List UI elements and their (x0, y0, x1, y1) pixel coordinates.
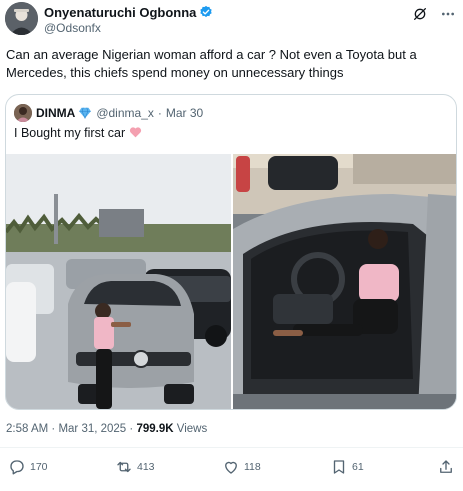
heart-emoji-icon (129, 127, 141, 138)
quote-header: DINMA @dinma_x · Mar 30 (14, 104, 203, 122)
header-actions (412, 6, 456, 22)
post-date[interactable]: Mar 31, 2025 (58, 423, 126, 435)
quote-separator: · (157, 106, 162, 120)
share-button[interactable] (437, 458, 455, 476)
reply-button[interactable]: 170 (8, 458, 48, 476)
author-name-text[interactable]: Onyenaturuchi Ogbonna (44, 5, 196, 20)
action-bar: 170 413 118 61 (0, 458, 463, 482)
reply-icon (10, 460, 24, 475)
reply-count: 170 (30, 461, 48, 473)
quote-text: I Bought my first car (14, 126, 142, 140)
views-label: Views (176, 423, 208, 435)
gem-icon (79, 107, 92, 120)
share-icon (440, 460, 452, 473)
like-count: 118 (244, 461, 261, 473)
car-photo-left[interactable] (6, 154, 231, 409)
quote-avatar (14, 104, 32, 122)
author-handle[interactable]: @Odsonfx (44, 21, 101, 35)
quoted-post[interactable]: DINMA @dinma_x · Mar 30 I Bought my firs… (5, 94, 457, 410)
quote-author-handle: @dinma_x (96, 106, 154, 120)
like-icon (225, 461, 237, 474)
verified-badge-icon (200, 5, 213, 18)
more-icon[interactable] (440, 6, 456, 22)
bookmark-button[interactable]: 61 (330, 458, 364, 476)
post-header: Onyenaturuchi Ogbonna @Odsonfx (5, 2, 458, 36)
repost-count: 413 (137, 461, 155, 473)
post-text: Can an average Nigerian woman afford a c… (6, 47, 417, 80)
car-photo-right[interactable] (233, 154, 456, 409)
post-meta: 2:58 AM · Mar 31, 2025 · 799.9K Views (6, 423, 207, 435)
grok-icon[interactable] (412, 6, 428, 22)
bookmark-count: 61 (352, 461, 364, 473)
quote-date: Mar 30 (165, 106, 204, 120)
divider (0, 447, 463, 448)
repost-button[interactable]: 413 (115, 458, 155, 476)
quote-text-content: I Bought my first car (14, 126, 126, 140)
author-name[interactable]: Onyenaturuchi Ogbonna (44, 5, 213, 20)
like-button[interactable]: 118 (222, 458, 261, 476)
post-time[interactable]: 2:58 AM (6, 423, 48, 435)
quote-author-name: DINMA (36, 106, 76, 120)
repost-icon (117, 461, 131, 473)
bookmark-icon (333, 460, 345, 474)
views-count: 799.9K (136, 423, 174, 435)
author-avatar[interactable] (5, 2, 38, 35)
